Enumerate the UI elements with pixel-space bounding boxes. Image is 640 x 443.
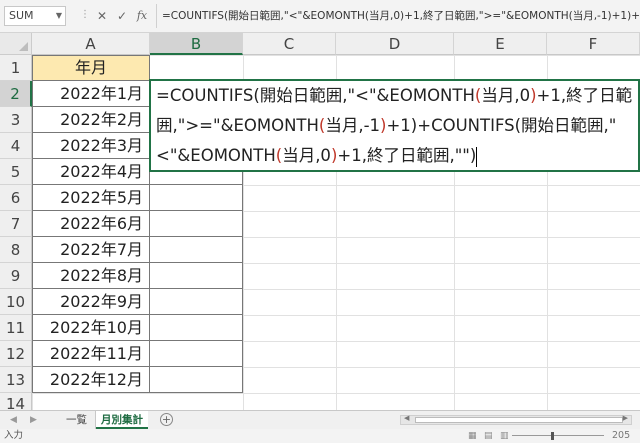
- formula-divider: [156, 4, 157, 28]
- row-header-3[interactable]: 3: [0, 107, 32, 133]
- insert-function-icon[interactable]: fx: [134, 6, 150, 26]
- row-header-8[interactable]: 8: [0, 237, 32, 263]
- cell-b8[interactable]: [150, 237, 243, 263]
- name-box-value: SUM: [9, 9, 34, 22]
- column-header-d[interactable]: D: [336, 33, 454, 55]
- row-header-4[interactable]: 4: [0, 133, 32, 159]
- zoom-slider-knob[interactable]: [551, 432, 554, 440]
- row-header-1[interactable]: 1: [0, 55, 32, 81]
- cell-a2[interactable]: 2022年1月: [32, 81, 150, 107]
- column-header-a[interactable]: A: [32, 33, 150, 55]
- cell-a8[interactable]: 2022年7月: [32, 237, 150, 263]
- cell-b10[interactable]: [150, 289, 243, 315]
- formula-part: =COUNTIFS(開始日範囲,"<"&EOMONTH: [156, 86, 475, 105]
- row-header-12[interactable]: 12: [0, 341, 32, 367]
- cell-b13[interactable]: [150, 367, 243, 393]
- chevron-down-icon[interactable]: ▼: [56, 7, 62, 25]
- add-sheet-icon[interactable]: +: [160, 413, 173, 426]
- tab-next-icon[interactable]: ▶: [30, 412, 37, 429]
- cell-editor[interactable]: =COUNTIFS(開始日範囲,"<"&EOMONTH(当月,0)+1,終了日範…: [149, 79, 640, 172]
- tab-prev-icon[interactable]: ◀: [10, 412, 17, 429]
- cell-b12[interactable]: [150, 341, 243, 367]
- name-box[interactable]: SUM ▼: [4, 6, 66, 26]
- select-all-corner[interactable]: [0, 33, 32, 55]
- column-header-c[interactable]: C: [243, 33, 336, 55]
- page-layout-icon[interactable]: ▤: [484, 429, 493, 443]
- sheet-tab-bar: ◀ ▶ 一覧 月別集計 + ◀ ▶: [0, 410, 640, 429]
- sheet-tab-monthly[interactable]: 月別集計: [96, 411, 148, 429]
- cell-a10[interactable]: 2022年9月: [32, 289, 150, 315]
- formula-part: 当月,0: [481, 86, 531, 105]
- text-caret: [476, 146, 478, 167]
- cell-a13[interactable]: 2022年12月: [32, 367, 150, 393]
- column-header-b[interactable]: B: [150, 33, 243, 55]
- formula-part: +1,終了日範囲,""): [337, 146, 477, 165]
- cell-b9[interactable]: [150, 263, 243, 289]
- cell-a1-header[interactable]: 年月: [32, 55, 150, 81]
- zoom-slider[interactable]: [512, 435, 604, 436]
- row-header-5[interactable]: 5: [0, 159, 32, 185]
- cell-b6[interactable]: [150, 185, 243, 211]
- select-all-icon: [19, 42, 28, 51]
- cell-a11[interactable]: 2022年10月: [32, 315, 150, 341]
- scrollbar-thumb[interactable]: [415, 417, 623, 423]
- enter-icon[interactable]: ✓: [114, 6, 130, 26]
- formula-bar: SUM ▼ ⋮ ✕ ✓ fx =COUNTIFS(開始日範囲,"<"&EOMON…: [0, 0, 640, 33]
- column-header-e[interactable]: E: [454, 33, 547, 55]
- cancel-icon[interactable]: ✕: [94, 6, 110, 26]
- horizontal-scrollbar[interactable]: ◀ ▶: [400, 414, 632, 425]
- normal-view-icon[interactable]: ▦: [468, 429, 477, 443]
- formula-part: 当月,-1: [325, 116, 381, 135]
- cell-a9[interactable]: 2022年8月: [32, 263, 150, 289]
- status-bar: 入力 ▦ ▤ ▥ 205: [0, 429, 640, 443]
- row-header-13[interactable]: 13: [0, 367, 32, 393]
- row-header-11[interactable]: 11: [0, 315, 32, 341]
- sheet-tab-list[interactable]: 一覧: [58, 411, 96, 429]
- cell-a12[interactable]: 2022年11月: [32, 341, 150, 367]
- cell-b11[interactable]: [150, 315, 243, 341]
- row-header-7[interactable]: 7: [0, 211, 32, 237]
- cell-a3[interactable]: 2022年2月: [32, 107, 150, 133]
- cell-b7[interactable]: [150, 211, 243, 237]
- formula-part: 当月,0: [282, 146, 331, 165]
- row-header-6[interactable]: 6: [0, 185, 32, 211]
- page-break-icon[interactable]: ▥: [500, 429, 509, 443]
- row-header-9[interactable]: 9: [0, 263, 32, 289]
- more-icon: ⋮: [80, 9, 90, 20]
- row-header-2[interactable]: 2: [0, 81, 32, 107]
- cell-a6[interactable]: 2022年5月: [32, 185, 150, 211]
- formula-input[interactable]: =COUNTIFS(開始日範囲,"<"&EOMONTH(当月,0)+1,終了日範…: [162, 6, 640, 26]
- status-mode: 入力: [4, 430, 24, 441]
- cell-a5[interactable]: 2022年4月: [32, 159, 150, 185]
- column-header-f[interactable]: F: [547, 33, 640, 55]
- row-header-10[interactable]: 10: [0, 289, 32, 315]
- zoom-level[interactable]: 205: [612, 429, 630, 443]
- scroll-right-icon[interactable]: ▶: [623, 414, 628, 422]
- scroll-left-icon[interactable]: ◀: [404, 414, 409, 422]
- cell-a4[interactable]: 2022年3月: [32, 133, 150, 159]
- cell-a7[interactable]: 2022年6月: [32, 211, 150, 237]
